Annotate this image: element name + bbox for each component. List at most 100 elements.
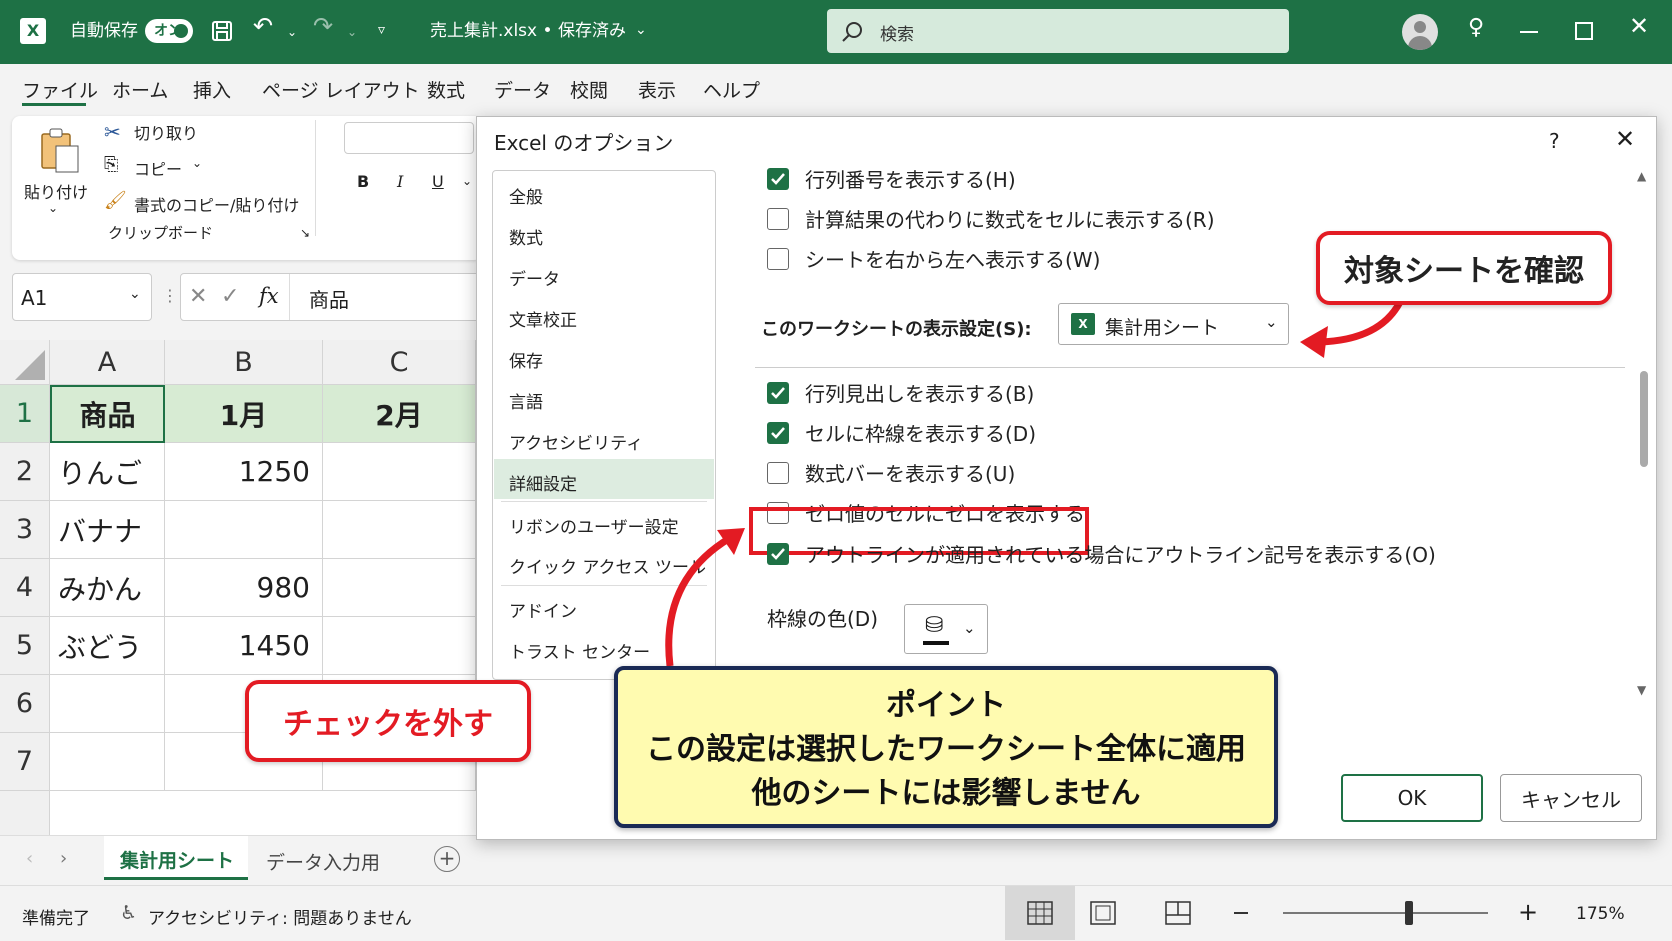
- category-formulas[interactable]: 数式: [509, 224, 543, 249]
- zoom-level[interactable]: 175%: [1576, 904, 1625, 924]
- redo-dropdown-icon[interactable]: ⌄: [347, 22, 357, 42]
- cell-c2[interactable]: [323, 443, 476, 501]
- cell-a7[interactable]: [50, 733, 165, 791]
- cell-b5[interactable]: 1450: [165, 617, 323, 675]
- undo-icon[interactable]: ↶: [253, 14, 273, 38]
- select-all-corner[interactable]: [0, 340, 50, 385]
- add-sheet-icon[interactable]: +: [434, 846, 460, 872]
- cell-b3[interactable]: [165, 501, 323, 559]
- category-save[interactable]: 保存: [509, 347, 543, 372]
- cut-button[interactable]: 切り取り: [134, 120, 198, 144]
- category-customize-ribbon[interactable]: リボンのユーザー設定: [509, 513, 679, 538]
- cancel-button[interactable]: キャンセル: [1500, 774, 1642, 822]
- copy-dropdown-icon[interactable]: ⌄: [192, 156, 202, 170]
- option-show-formula-bar[interactable]: 数式バーを表示する(U): [767, 458, 1015, 487]
- scissors-icon[interactable]: ✂: [104, 120, 121, 144]
- sheet-tab-input[interactable]: データ入力用: [252, 838, 388, 878]
- option-right-to-left[interactable]: シートを右から左へ表示する(W): [767, 244, 1100, 273]
- checkbox-checked-icon[interactable]: [767, 381, 789, 404]
- option-show-headers[interactable]: 行列見出しを表示する(B): [767, 378, 1034, 407]
- cell-c5[interactable]: [323, 617, 476, 675]
- menu-formulas[interactable]: 数式: [427, 76, 465, 103]
- paste-dropdown-icon[interactable]: ⌄: [48, 201, 58, 215]
- file-name[interactable]: 売上集計.xlsx • 保存済み: [430, 21, 626, 41]
- insert-function-icon[interactable]: fx: [259, 284, 279, 308]
- option-show-formulas[interactable]: 計算結果の代わりに数式をセルに表示する(R): [767, 204, 1215, 233]
- underline-button[interactable]: U: [432, 172, 444, 191]
- zoom-in-icon[interactable]: +: [1518, 898, 1538, 926]
- format-painter-icon[interactable]: 🖌: [104, 190, 127, 211]
- column-header-b[interactable]: B: [165, 340, 323, 385]
- autosave-toggle[interactable]: オン: [145, 19, 193, 43]
- category-language[interactable]: 言語: [509, 388, 543, 413]
- cell-c1[interactable]: 2月: [323, 385, 476, 443]
- normal-view-button[interactable]: [1005, 886, 1075, 940]
- search-box[interactable]: 検索: [827, 9, 1289, 53]
- row-header-3[interactable]: 3: [0, 501, 50, 559]
- page-break-view-icon[interactable]: [1165, 901, 1191, 925]
- format-painter-button[interactable]: 書式のコピー/貼り付け: [134, 192, 299, 216]
- minimize-icon[interactable]: [1520, 31, 1538, 33]
- avatar[interactable]: [1402, 14, 1438, 50]
- page-layout-view-icon[interactable]: [1090, 901, 1116, 925]
- name-box[interactable]: A1 ⌄: [12, 273, 152, 321]
- category-advanced[interactable]: 詳細設定: [509, 470, 577, 495]
- cell-a6[interactable]: [50, 675, 165, 733]
- category-quick-access-toolbar[interactable]: クイック アクセス ツール バー: [509, 553, 709, 578]
- category-general[interactable]: 全般: [509, 183, 543, 208]
- column-header-a[interactable]: A: [50, 340, 165, 385]
- paste-label[interactable]: 貼り付け: [24, 179, 88, 203]
- copy-icon[interactable]: ⎘: [104, 154, 118, 175]
- splitter-icon[interactable]: ⋮: [162, 286, 178, 305]
- checkbox-unchecked-icon[interactable]: [767, 461, 789, 484]
- help-icon[interactable]: ?: [1549, 129, 1560, 153]
- menu-data[interactable]: データ: [494, 76, 551, 103]
- next-sheet-icon[interactable]: ›: [60, 848, 67, 869]
- cell-a3[interactable]: バナナ: [50, 501, 165, 559]
- lightbulb-icon[interactable]: ♀: [1468, 17, 1484, 39]
- cell-b2[interactable]: 1250: [165, 443, 323, 501]
- dialog-launcher-icon[interactable]: ↘: [300, 226, 310, 240]
- undo-dropdown-icon[interactable]: ⌄: [287, 22, 297, 42]
- checkbox-checked-icon[interactable]: [767, 167, 789, 190]
- font-name-box[interactable]: [344, 122, 474, 154]
- confirm-entry-icon[interactable]: ✓: [221, 284, 239, 309]
- row-header-5[interactable]: 5: [0, 617, 50, 675]
- category-addins[interactable]: アドイン: [509, 597, 577, 622]
- cell-c4[interactable]: [323, 559, 476, 617]
- copy-button[interactable]: コピー: [134, 156, 182, 180]
- row-header-4[interactable]: 4: [0, 559, 50, 617]
- category-trust-center[interactable]: トラスト センター: [509, 638, 650, 663]
- redo-icon[interactable]: ↷: [313, 14, 333, 38]
- cell-a4[interactable]: みかん: [50, 559, 165, 617]
- zoom-out-icon[interactable]: [1234, 912, 1248, 914]
- checkbox-checked-icon[interactable]: [767, 421, 789, 444]
- gridline-color-picker[interactable]: ⛁ ⌄: [904, 604, 988, 654]
- option-show-outline-symbols[interactable]: アウトラインが適用されている場合にアウトライン記号を表示する(O): [767, 539, 1436, 568]
- scroll-down-icon[interactable]: ▼: [1637, 683, 1646, 697]
- row-header-7[interactable]: 7: [0, 733, 50, 791]
- menu-review[interactable]: 校閲: [570, 76, 608, 103]
- close-dialog-icon[interactable]: ✕: [1615, 125, 1635, 153]
- menu-view[interactable]: 表示: [638, 76, 676, 103]
- category-accessibility[interactable]: アクセシビリティ: [509, 429, 643, 454]
- row-header-2[interactable]: 2: [0, 443, 50, 501]
- cell-c3[interactable]: [323, 501, 476, 559]
- cell-b1[interactable]: 1月: [165, 385, 323, 443]
- zoom-slider[interactable]: [1283, 912, 1488, 914]
- menu-page-layout[interactable]: ページ レイアウト: [262, 76, 420, 103]
- zoom-slider-thumb[interactable]: [1405, 901, 1413, 925]
- menu-help[interactable]: ヘルプ: [703, 76, 760, 103]
- customize-toolbar-icon[interactable]: ▿: [378, 20, 385, 40]
- scroll-up-icon[interactable]: ▲: [1637, 169, 1646, 183]
- cell-a1[interactable]: 商品: [50, 385, 165, 443]
- scrollbar-thumb[interactable]: [1640, 371, 1648, 467]
- category-data[interactable]: データ: [509, 265, 560, 290]
- paste-icon[interactable]: [38, 126, 82, 174]
- option-show-gridlines[interactable]: セルに枠線を表示する(D): [767, 418, 1036, 447]
- cell-a2[interactable]: りんご: [50, 443, 165, 501]
- cell-b4[interactable]: 980: [165, 559, 323, 617]
- menu-home[interactable]: ホーム: [112, 76, 168, 103]
- ok-button[interactable]: OK: [1341, 774, 1483, 822]
- underline-dropdown-icon[interactable]: ⌄: [462, 174, 472, 188]
